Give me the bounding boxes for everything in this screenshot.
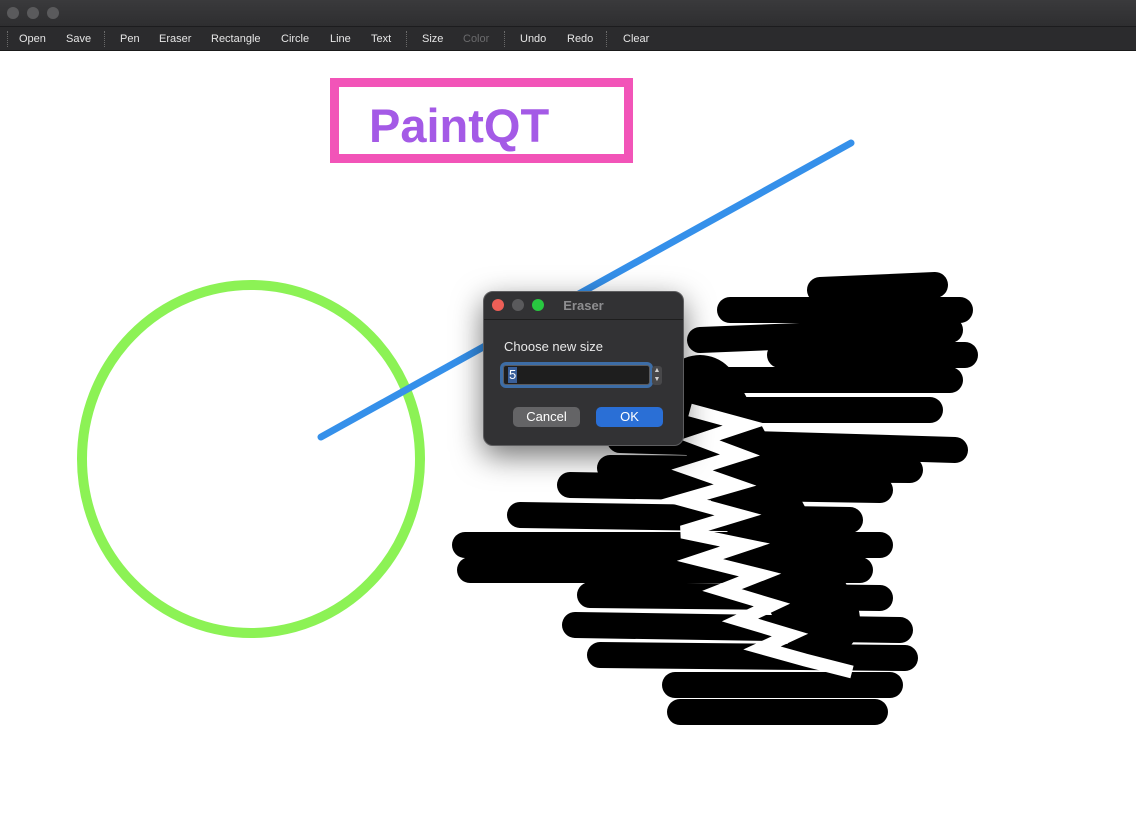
undo-button[interactable]: Undo — [520, 27, 546, 51]
text-tool-button[interactable]: Text — [371, 27, 391, 51]
clear-button[interactable]: Clear — [623, 27, 649, 51]
spinbox-stepper[interactable]: ▲ ▼ — [652, 366, 662, 385]
zoom-icon[interactable] — [47, 7, 59, 19]
toolbar-separator — [406, 31, 407, 47]
cancel-button[interactable]: Cancel — [513, 407, 580, 427]
size-button[interactable]: Size — [422, 27, 443, 51]
toolbar-separator — [504, 31, 505, 47]
color-button[interactable]: Color — [463, 27, 489, 51]
redo-button[interactable]: Redo — [567, 27, 593, 51]
toolbar-handle — [7, 31, 8, 47]
dialog-title: Eraser — [563, 298, 604, 313]
drawn-text: PaintQT — [369, 99, 549, 152]
toolbar: Open Save Pen Eraser Rectangle Circle Li… — [0, 27, 1136, 51]
minimize-icon[interactable] — [27, 7, 39, 19]
open-button[interactable]: Open — [19, 27, 46, 51]
drawn-circle — [77, 280, 425, 638]
size-prompt-label: Choose new size — [504, 339, 603, 354]
save-button[interactable]: Save — [66, 27, 91, 51]
eraser-tool-button[interactable]: Eraser — [159, 27, 191, 51]
pen-tool-button[interactable]: Pen — [120, 27, 140, 51]
window-title-bar — [0, 0, 1136, 27]
close-icon[interactable] — [7, 7, 19, 19]
circle-tool-button[interactable]: Circle — [281, 27, 309, 51]
line-tool-button[interactable]: Line — [330, 27, 351, 51]
size-spinbox[interactable]: 5 — [503, 365, 650, 385]
ok-button[interactable]: OK — [596, 407, 663, 427]
size-value[interactable]: 5 — [508, 367, 518, 383]
eraser-size-dialog: Eraser Choose new size 5 ▲ ▼ Cancel OK — [483, 291, 684, 446]
chevron-up-icon[interactable]: ▲ — [652, 366, 662, 375]
toolbar-separator — [606, 31, 607, 47]
rectangle-tool-button[interactable]: Rectangle — [211, 27, 261, 51]
toolbar-separator — [104, 31, 105, 47]
chevron-down-icon[interactable]: ▼ — [652, 375, 662, 384]
